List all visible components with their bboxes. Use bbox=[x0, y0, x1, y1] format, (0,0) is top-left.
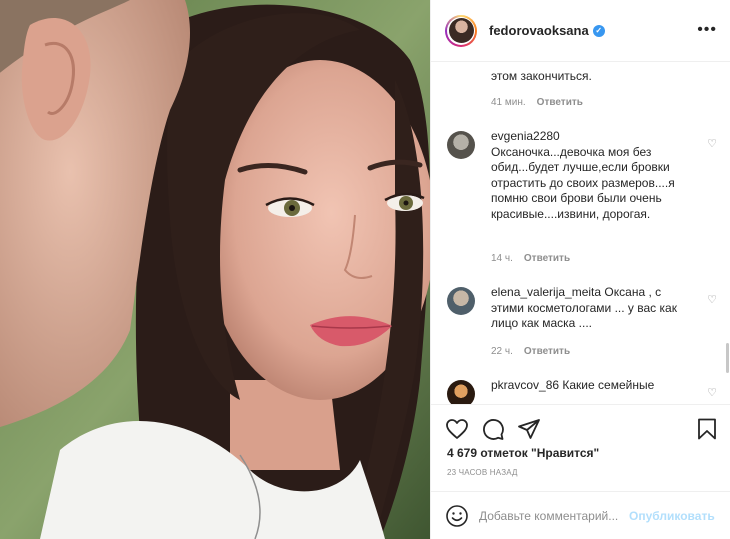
comments-scrollbar[interactable] bbox=[726, 343, 729, 373]
heart-icon[interactable] bbox=[445, 417, 469, 441]
comments-list: этом закончиться. 41 мин. Ответить evgeni… bbox=[431, 63, 730, 404]
comment-text: Оксаночка...девочка моя без обид...будет… bbox=[491, 144, 675, 221]
send-icon[interactable] bbox=[517, 417, 541, 441]
publish-button[interactable]: Опубликовать bbox=[629, 509, 715, 523]
comment-icon[interactable] bbox=[481, 417, 505, 441]
comment-time: 14 ч. bbox=[491, 253, 513, 264]
reply-button[interactable]: Ответить bbox=[537, 97, 583, 108]
bookmark-icon[interactable] bbox=[695, 417, 719, 441]
post-timestamp[interactable]: 23 ЧАСОВ НАЗАД bbox=[447, 468, 518, 477]
post-header: fedorovaoksana ✓ ••• bbox=[431, 0, 730, 62]
comment-time: 41 мин. bbox=[491, 97, 526, 108]
comment-text-fragment: этом закончиться. bbox=[491, 69, 592, 83]
likes-count[interactable]: 4 679 отметок "Нравится" bbox=[447, 446, 599, 460]
comment-meta: 14 ч. Ответить bbox=[491, 253, 570, 264]
like-comment-heart-icon[interactable]: ♡ bbox=[707, 386, 717, 399]
commenter-avatar[interactable] bbox=[447, 380, 475, 404]
reply-button[interactable]: Ответить bbox=[524, 253, 570, 264]
comment-time: 22 ч. bbox=[491, 346, 513, 357]
like-comment-heart-icon[interactable]: ♡ bbox=[707, 293, 717, 306]
comment-input[interactable] bbox=[479, 508, 627, 523]
commenter-username[interactable]: evgenia2280 bbox=[491, 129, 560, 143]
commenter-username[interactable]: pkravcov_86 bbox=[491, 378, 559, 392]
comment-meta: 41 мин. Ответить bbox=[491, 97, 583, 108]
username-link[interactable]: fedorovaoksana bbox=[489, 23, 589, 38]
smiley-icon[interactable] bbox=[445, 504, 469, 528]
commenter-username[interactable]: elena_valerija_meita bbox=[491, 285, 601, 299]
verified-badge-icon: ✓ bbox=[592, 24, 605, 37]
like-comment-heart-icon[interactable]: ♡ bbox=[707, 137, 717, 150]
comment-text: Какие семейные bbox=[562, 378, 655, 392]
post-photo[interactable] bbox=[0, 0, 430, 539]
comment-meta: 22 ч. Ответить bbox=[491, 346, 570, 357]
add-comment-bar: Опубликовать bbox=[431, 491, 730, 539]
reply-button[interactable]: Ответить bbox=[524, 346, 570, 357]
post-side-panel: fedorovaoksana ✓ ••• этом закончиться. 4… bbox=[430, 0, 730, 539]
list-item: evgenia2280 Оксаночка...девочка моя без … bbox=[447, 129, 717, 259]
commenter-avatar[interactable] bbox=[447, 131, 475, 159]
commenter-avatar[interactable] bbox=[447, 287, 475, 315]
list-item: pkravcov_86 Какие семейные ♡ bbox=[447, 378, 717, 404]
list-item: elena_valerija_meita Оксана , с этими ко… bbox=[447, 285, 717, 355]
photo-image bbox=[0, 0, 430, 539]
avatar-image bbox=[448, 18, 474, 43]
more-options-button[interactable]: ••• bbox=[697, 22, 717, 38]
avatar[interactable] bbox=[445, 14, 477, 47]
